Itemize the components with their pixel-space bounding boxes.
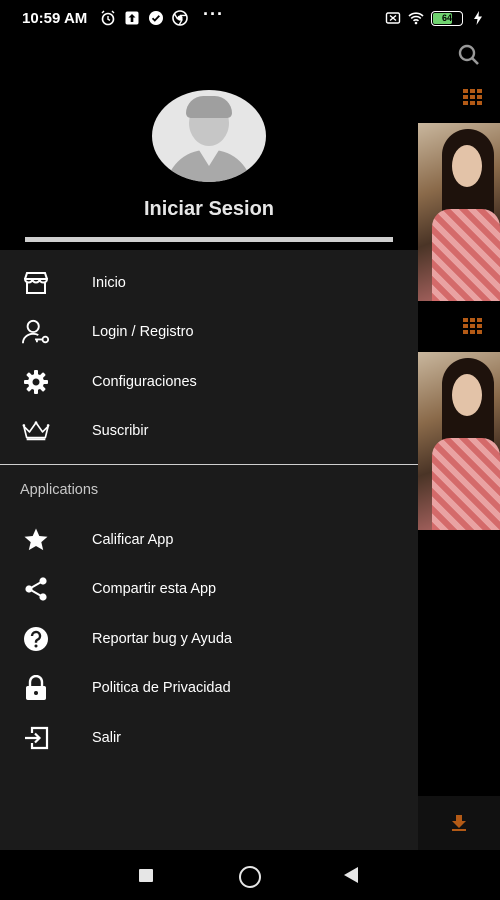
menu-label: Reportar bug y Ayuda — [92, 631, 232, 647]
menu-item-inicio[interactable]: Inicio — [0, 259, 418, 307]
menu-divider — [0, 464, 418, 465]
gear-icon — [22, 368, 50, 396]
recents-button[interactable] — [139, 869, 153, 882]
wifi-icon — [408, 12, 424, 25]
status-icons-left — [100, 10, 188, 26]
grid-icon[interactable] — [463, 89, 485, 107]
battery-icon: 64 — [431, 10, 463, 26]
header-divider-bar — [25, 237, 393, 242]
download-icon[interactable] — [451, 814, 467, 832]
login-title[interactable]: Iniciar Sesion — [0, 198, 418, 221]
share-icon — [22, 575, 50, 603]
thumbnail-image[interactable] — [418, 123, 500, 301]
crown-icon — [22, 417, 50, 445]
menu-item-suscribir[interactable]: Suscribir — [0, 407, 418, 455]
more-notifications-icon: ··· — [203, 4, 224, 24]
sim-off-icon — [385, 12, 401, 24]
menu-item-reportar[interactable]: Reportar bug y Ayuda — [0, 615, 418, 663]
menu-label: Inicio — [92, 275, 126, 291]
user-avatar-icon[interactable] — [152, 90, 266, 182]
status-bar: 10:59 AM ··· 64 — [0, 0, 500, 38]
menu-label: Salir — [92, 730, 122, 746]
status-time: 10:59 AM — [22, 10, 88, 27]
navigation-drawer: Iniciar Sesion Inicio Login / Registro C… — [0, 38, 418, 850]
upload-icon — [125, 11, 139, 25]
battery-level: 64 — [441, 13, 452, 23]
chrome-icon — [172, 10, 188, 26]
menu-label: Suscribir — [92, 423, 149, 439]
check-circle-icon — [149, 11, 163, 25]
user-key-icon — [22, 318, 50, 346]
menu-label: Configuraciones — [92, 374, 197, 390]
menu-item-configuraciones[interactable]: Configuraciones — [0, 358, 418, 406]
menu-label: Login / Registro — [92, 324, 194, 340]
charging-icon — [474, 11, 482, 25]
status-icons-right: 64 — [385, 10, 486, 26]
drawer-header: Iniciar Sesion — [0, 38, 418, 250]
back-button[interactable] — [344, 867, 358, 883]
menu-item-login[interactable]: Login / Registro — [0, 308, 418, 356]
home-button[interactable] — [239, 866, 261, 888]
menu-item-calificar[interactable]: Calificar App — [0, 516, 418, 564]
section-title: Applications — [20, 482, 99, 498]
menu-label: Compartir esta App — [92, 581, 217, 597]
exit-icon — [22, 724, 50, 752]
search-icon[interactable] — [456, 42, 482, 68]
menu-item-compartir[interactable]: Compartir esta App — [0, 565, 418, 613]
store-icon — [22, 269, 50, 297]
lock-icon — [22, 674, 50, 702]
alarm-icon — [101, 10, 115, 26]
thumbnail-image[interactable] — [418, 352, 500, 530]
star-icon — [22, 526, 50, 554]
menu-label: Calificar App — [92, 532, 174, 548]
menu-item-salir[interactable]: Salir — [0, 714, 418, 762]
menu-label: Politica de Privacidad — [92, 680, 231, 696]
menu-item-privacidad[interactable]: Politica de Privacidad — [0, 664, 418, 712]
help-icon — [22, 625, 50, 653]
grid-icon[interactable] — [463, 318, 485, 336]
